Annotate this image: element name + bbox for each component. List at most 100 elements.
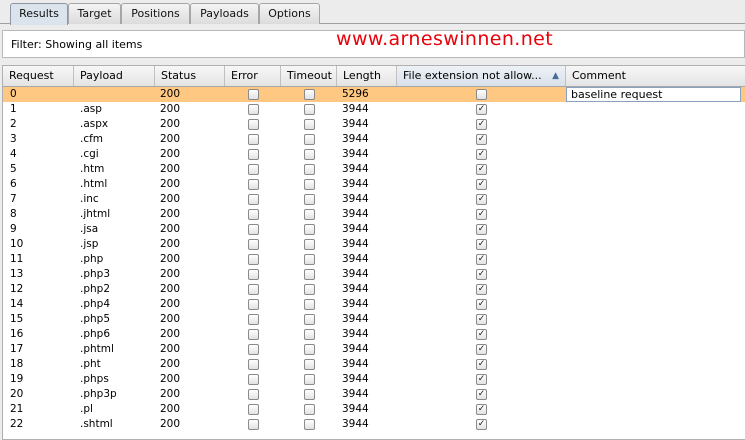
error-checkbox[interactable] xyxy=(248,314,259,325)
file-extension-checkbox[interactable]: ✓ xyxy=(476,374,487,385)
timeout-checkbox[interactable] xyxy=(304,389,315,400)
cell-comment-editor[interactable]: baseline request xyxy=(566,87,741,102)
table-row[interactable]: 21 .pl 200 3944 ✓ xyxy=(3,402,745,417)
table-row[interactable]: 18 .pht 200 3944 ✓ xyxy=(3,357,745,372)
column-header-error[interactable]: Error xyxy=(225,66,281,86)
timeout-checkbox[interactable] xyxy=(304,374,315,385)
file-extension-checkbox[interactable] xyxy=(476,89,487,100)
timeout-checkbox[interactable] xyxy=(304,299,315,310)
table-row[interactable]: 7 .inc 200 3944 ✓ xyxy=(3,192,745,207)
error-checkbox[interactable] xyxy=(248,164,259,175)
file-extension-checkbox[interactable]: ✓ xyxy=(476,134,487,145)
table-row[interactable]: 19 .phps 200 3944 ✓ xyxy=(3,372,745,387)
table-row[interactable]: 12 .php2 200 3944 ✓ xyxy=(3,282,745,297)
timeout-checkbox[interactable] xyxy=(304,164,315,175)
error-checkbox[interactable] xyxy=(248,344,259,355)
table-row[interactable]: 16 .php6 200 3944 ✓ xyxy=(3,327,745,342)
table-row[interactable]: 14 .php4 200 3944 ✓ xyxy=(3,297,745,312)
tab-options[interactable]: Options xyxy=(259,3,320,24)
file-extension-checkbox[interactable]: ✓ xyxy=(476,149,487,160)
tab-target[interactable]: Target xyxy=(68,3,121,24)
file-extension-checkbox[interactable]: ✓ xyxy=(476,389,487,400)
error-checkbox[interactable] xyxy=(248,179,259,190)
timeout-checkbox[interactable] xyxy=(304,239,315,250)
timeout-checkbox[interactable] xyxy=(304,314,315,325)
table-row[interactable]: 3 .cfm 200 3944 ✓ xyxy=(3,132,745,147)
column-header-status[interactable]: Status xyxy=(155,66,225,86)
timeout-checkbox[interactable] xyxy=(304,134,315,145)
timeout-checkbox[interactable] xyxy=(304,329,315,340)
file-extension-checkbox[interactable]: ✓ xyxy=(476,404,487,415)
table-row[interactable]: 20 .php3p 200 3944 ✓ xyxy=(3,387,745,402)
timeout-checkbox[interactable] xyxy=(304,224,315,235)
table-row[interactable]: 15 .php5 200 3944 ✓ xyxy=(3,312,745,327)
error-checkbox[interactable] xyxy=(248,119,259,130)
error-checkbox[interactable] xyxy=(248,254,259,265)
file-extension-checkbox[interactable]: ✓ xyxy=(476,299,487,310)
file-extension-checkbox[interactable]: ✓ xyxy=(476,269,487,280)
tab-payloads[interactable]: Payloads xyxy=(190,3,259,24)
column-header-comment[interactable]: Comment xyxy=(566,66,745,86)
timeout-checkbox[interactable] xyxy=(304,344,315,355)
file-extension-checkbox[interactable]: ✓ xyxy=(476,164,487,175)
error-checkbox[interactable] xyxy=(248,149,259,160)
file-extension-checkbox[interactable]: ✓ xyxy=(476,194,487,205)
error-checkbox[interactable] xyxy=(248,359,259,370)
error-checkbox[interactable] xyxy=(248,89,259,100)
table-row[interactable]: 11 .php 200 3944 ✓ xyxy=(3,252,745,267)
file-extension-checkbox[interactable]: ✓ xyxy=(476,254,487,265)
column-header-length[interactable]: Length xyxy=(337,66,397,86)
timeout-checkbox[interactable] xyxy=(304,119,315,130)
table-row[interactable]: 9 .jsa 200 3944 ✓ xyxy=(3,222,745,237)
timeout-checkbox[interactable] xyxy=(304,89,315,100)
timeout-checkbox[interactable] xyxy=(304,104,315,115)
file-extension-checkbox[interactable]: ✓ xyxy=(476,419,487,430)
column-header-file-extension[interactable]: File extension not allow... ▲ xyxy=(397,66,566,86)
timeout-checkbox[interactable] xyxy=(304,179,315,190)
table-row[interactable]: 2 .aspx 200 3944 ✓ xyxy=(3,117,745,132)
table-row[interactable]: 0 200 5296 baseline request xyxy=(3,87,745,102)
error-checkbox[interactable] xyxy=(248,299,259,310)
table-row[interactable]: 4 .cgi 200 3944 ✓ xyxy=(3,147,745,162)
timeout-checkbox[interactable] xyxy=(304,194,315,205)
column-header-timeout[interactable]: Timeout xyxy=(281,66,337,86)
timeout-checkbox[interactable] xyxy=(304,404,315,415)
error-checkbox[interactable] xyxy=(248,389,259,400)
error-checkbox[interactable] xyxy=(248,284,259,295)
table-row[interactable]: 8 .jhtml 200 3944 ✓ xyxy=(3,207,745,222)
table-row[interactable]: 17 .phtml 200 3944 ✓ xyxy=(3,342,745,357)
table-row[interactable]: 5 .htm 200 3944 ✓ xyxy=(3,162,745,177)
table-row[interactable]: 13 .php3 200 3944 ✓ xyxy=(3,267,745,282)
error-checkbox[interactable] xyxy=(248,194,259,205)
error-checkbox[interactable] xyxy=(248,419,259,430)
timeout-checkbox[interactable] xyxy=(304,149,315,160)
error-checkbox[interactable] xyxy=(248,239,259,250)
error-checkbox[interactable] xyxy=(248,374,259,385)
error-checkbox[interactable] xyxy=(248,224,259,235)
file-extension-checkbox[interactable]: ✓ xyxy=(476,179,487,190)
timeout-checkbox[interactable] xyxy=(304,284,315,295)
error-checkbox[interactable] xyxy=(248,329,259,340)
error-checkbox[interactable] xyxy=(248,209,259,220)
timeout-checkbox[interactable] xyxy=(304,419,315,430)
file-extension-checkbox[interactable]: ✓ xyxy=(476,284,487,295)
timeout-checkbox[interactable] xyxy=(304,209,315,220)
error-checkbox[interactable] xyxy=(248,269,259,280)
file-extension-checkbox[interactable]: ✓ xyxy=(476,224,487,235)
table-row[interactable]: 6 .html 200 3944 ✓ xyxy=(3,177,745,192)
file-extension-checkbox[interactable]: ✓ xyxy=(476,314,487,325)
table-row[interactable]: 22 .shtml 200 3944 ✓ xyxy=(3,417,745,432)
table-row[interactable]: 1 .asp 200 3944 ✓ xyxy=(3,102,745,117)
timeout-checkbox[interactable] xyxy=(304,254,315,265)
table-row[interactable]: 10 .jsp 200 3944 ✓ xyxy=(3,237,745,252)
tab-positions[interactable]: Positions xyxy=(121,3,190,24)
error-checkbox[interactable] xyxy=(248,104,259,115)
timeout-checkbox[interactable] xyxy=(304,359,315,370)
error-checkbox[interactable] xyxy=(248,134,259,145)
file-extension-checkbox[interactable]: ✓ xyxy=(476,329,487,340)
file-extension-checkbox[interactable]: ✓ xyxy=(476,209,487,220)
column-header-request[interactable]: Request xyxy=(3,66,74,86)
timeout-checkbox[interactable] xyxy=(304,269,315,280)
file-extension-checkbox[interactable]: ✓ xyxy=(476,119,487,130)
tab-results[interactable]: Results xyxy=(10,3,68,25)
